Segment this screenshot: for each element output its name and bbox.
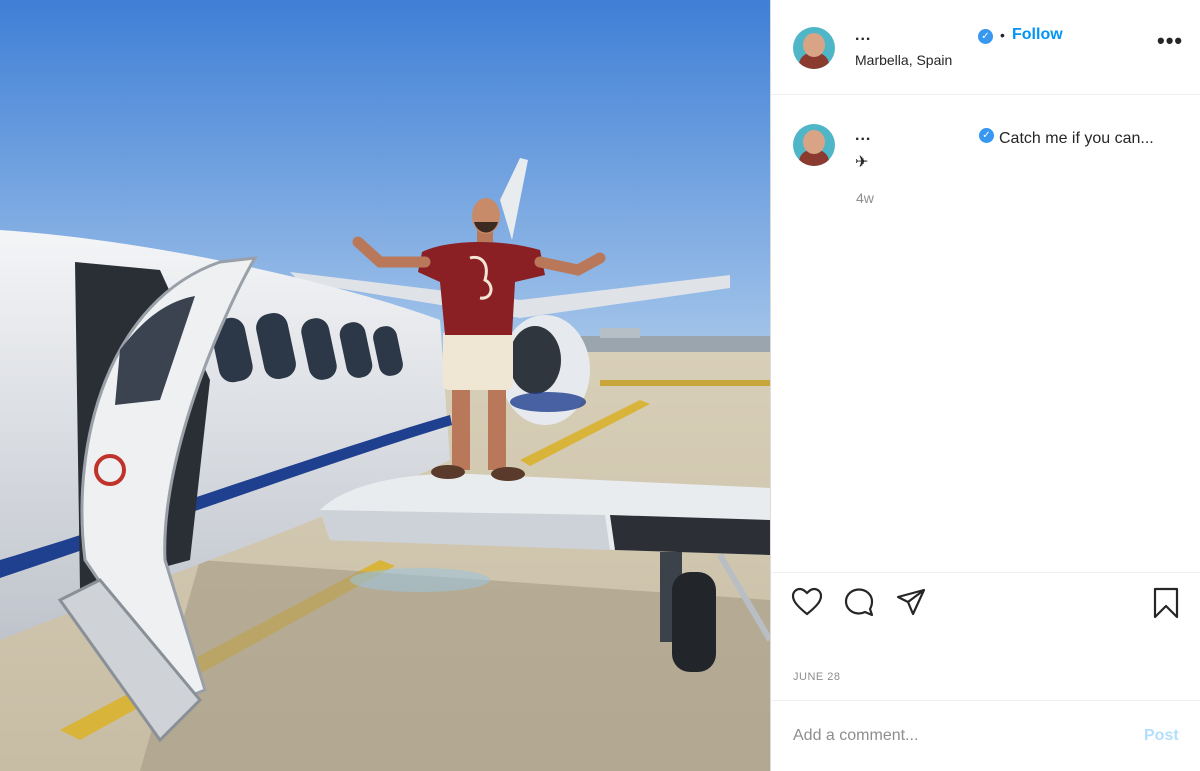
post-comment-button[interactable]: Post [1144,727,1179,745]
private-jet-photo [0,0,770,771]
avatar[interactable] [793,27,835,69]
more-horizontal-icon[interactable]: ••• [1157,30,1183,52]
share-icon[interactable] [895,587,927,617]
heart-icon[interactable] [791,587,823,617]
comment-bar: Post [771,700,1200,771]
comment-input[interactable] [793,721,1123,751]
post-date[interactable]: JUNE 28 [793,671,841,683]
post-details-panel: ... ✓ • Follow Marbella, Spain ••• ... ✓… [770,0,1200,771]
comment-icon[interactable] [843,587,875,617]
caption-avatar[interactable] [793,124,835,166]
username-link[interactable]: ... [855,27,871,45]
location-link[interactable]: Marbella, Spain [855,52,952,68]
caption-text: Catch me if you can...✈ [855,130,1154,171]
follow-button[interactable]: Follow [1012,26,1063,44]
avatar-head [803,33,825,57]
avatar-head [803,130,825,154]
action-bar [771,572,1200,632]
post-photo[interactable] [0,0,770,771]
post-header: ... ✓ • Follow Marbella, Spain ••• [771,0,1200,95]
verified-badge-icon: ✓ [978,29,993,44]
bookmark-icon[interactable] [1151,587,1181,619]
separator-dot: • [1000,27,1005,43]
caption-time-ago[interactable]: 4w [856,190,874,206]
